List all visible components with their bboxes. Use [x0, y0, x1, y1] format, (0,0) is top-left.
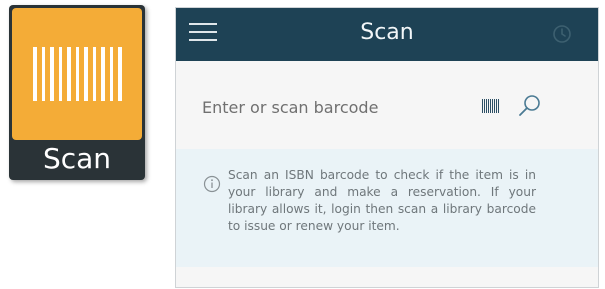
barcode-search-input[interactable]	[202, 93, 462, 121]
app-header: Scan	[176, 8, 598, 61]
page-title: Scan	[360, 20, 414, 45]
barcode-icon	[32, 47, 122, 101]
history-icon[interactable]	[552, 24, 572, 44]
search-icon[interactable]	[517, 93, 543, 119]
scan-tile-label: Scan	[42, 142, 112, 175]
scan-tile-face	[12, 8, 142, 140]
search-row	[176, 63, 598, 148]
scan-app-tile[interactable]: Scan	[9, 5, 145, 180]
scan-screen: Scan Scan an ISBN barcode to check if th…	[175, 7, 599, 288]
info-panel: Scan an ISBN barcode to check if the ite…	[176, 149, 598, 267]
info-icon	[203, 175, 221, 193]
barcode-scan-button[interactable]	[482, 99, 500, 113]
info-message: Scan an ISBN barcode to check if the ite…	[228, 168, 536, 233]
